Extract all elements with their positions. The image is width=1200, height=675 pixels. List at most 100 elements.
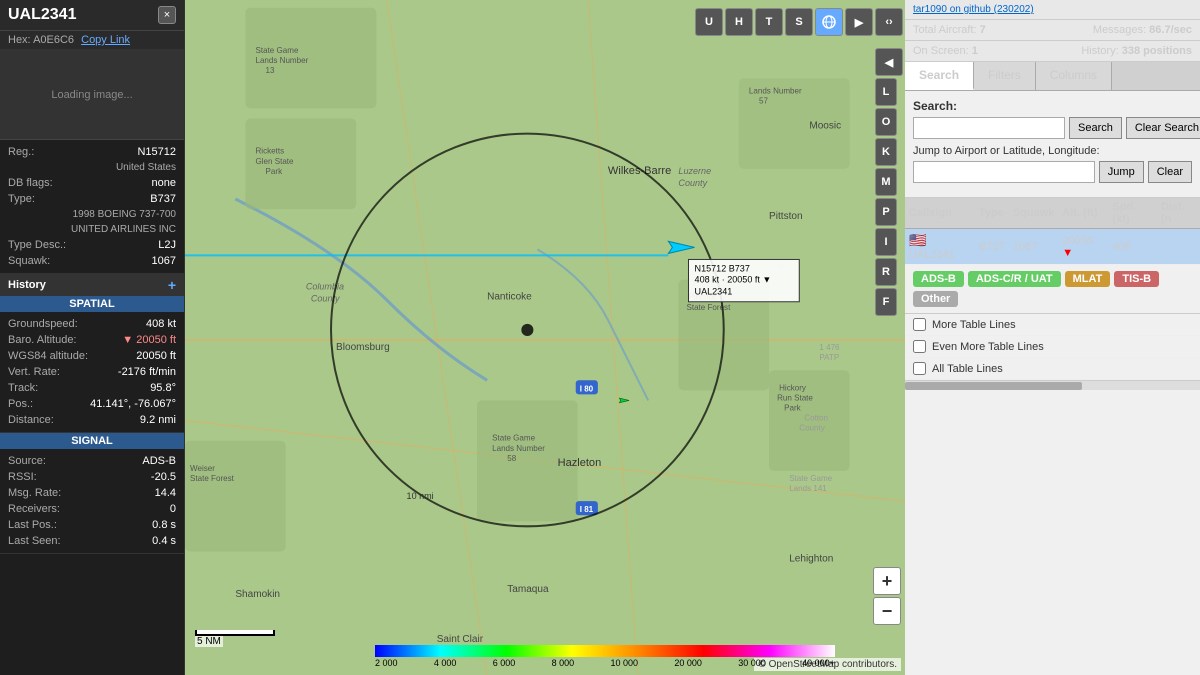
- svg-text:Hazleton: Hazleton: [558, 457, 602, 469]
- m-button[interactable]: M: [875, 168, 897, 196]
- jump-button[interactable]: Jump: [1099, 161, 1144, 183]
- svg-text:10 nmi: 10 nmi: [407, 491, 434, 501]
- svg-text:Shamokin: Shamokin: [235, 589, 280, 600]
- svg-text:408 kt · 20050 ft ▼: 408 kt · 20050 ft ▼: [695, 275, 772, 285]
- clear-search-button[interactable]: Clear Search: [1126, 117, 1200, 139]
- arrow-left-button[interactable]: ◀: [875, 48, 903, 76]
- svg-text:Pittston: Pittston: [769, 211, 803, 222]
- scrollbar[interactable]: [905, 380, 1200, 390]
- svg-text:Cotton: Cotton: [804, 414, 828, 423]
- squawk-row: Squawk: 1067: [8, 253, 176, 269]
- scrollbar-thumb[interactable]: [905, 382, 1082, 390]
- svg-text:Lands Number: Lands Number: [492, 444, 545, 453]
- aircraft-header: UAL2341 ×: [0, 0, 184, 31]
- filter-tag-mlat[interactable]: MLAT: [1065, 271, 1111, 287]
- tab-search[interactable]: Search: [905, 62, 974, 90]
- svg-text:State Forest: State Forest: [686, 303, 731, 312]
- search-button[interactable]: Search: [1069, 117, 1122, 139]
- distance-row: Distance: 9.2 nmi: [8, 412, 176, 428]
- p-button[interactable]: P: [875, 198, 897, 226]
- svg-text:State Game: State Game: [492, 434, 535, 443]
- table-row[interactable]: 🇺🇸UAL2341B737106720050 ▼408: [905, 229, 1200, 265]
- search-input[interactable]: [913, 117, 1065, 139]
- table-header[interactable]: Alt. (ft): [1058, 198, 1108, 229]
- svg-text:Park: Park: [266, 167, 284, 176]
- spatial-info: Groundspeed: 408 kt Baro. Altitude: ▼ 20…: [0, 312, 184, 433]
- history-add-button[interactable]: +: [168, 277, 176, 293]
- type-desc-label: Type Desc.:: [8, 239, 66, 251]
- filter-tag-ads-b[interactable]: ADS-B: [913, 271, 964, 287]
- filter-tag-ads-c[interactable]: ADS-C/R / UAT: [968, 271, 1061, 287]
- total-aircraft: Total Aircraft: 7: [913, 24, 986, 36]
- table-header[interactable]: Squawk: [1009, 198, 1059, 229]
- checkbox-row-2: All Table Lines: [905, 358, 1200, 380]
- svg-text:Hickory: Hickory: [779, 383, 806, 392]
- s-button[interactable]: S: [785, 8, 813, 36]
- checkbox-row-1: Even More Table Lines: [905, 336, 1200, 358]
- o-button[interactable]: O: [875, 108, 897, 136]
- svg-text:Lehighton: Lehighton: [789, 554, 833, 565]
- arrow-right-button[interactable]: ▶: [845, 8, 873, 36]
- tab-columns[interactable]: Columns: [1036, 62, 1112, 90]
- filter-tags: ADS-BADS-C/R / UATMLATTIS-B Other: [905, 265, 1200, 314]
- hex-row: Hex: A0E6C6 Copy Link: [0, 31, 184, 50]
- t-button[interactable]: T: [755, 8, 783, 36]
- squawk-label: Squawk:: [8, 255, 50, 267]
- receivers-row: Receivers: 0: [8, 501, 176, 517]
- type-cell: B737: [975, 229, 1009, 265]
- globe-button[interactable]: [815, 8, 843, 36]
- table-header[interactable]: Spd. (kt): [1108, 198, 1157, 229]
- search-label: Search:: [913, 99, 1192, 113]
- svg-text:Bloomsburg: Bloomsburg: [336, 342, 390, 353]
- svg-text:Lands Number: Lands Number: [255, 56, 308, 65]
- hex-label: Hex:: [8, 34, 31, 46]
- table-header[interactable]: Callsign: [905, 198, 975, 229]
- type-value: B737: [150, 193, 176, 205]
- l-button[interactable]: L: [875, 78, 897, 106]
- type-row: Type: B737: [8, 191, 176, 207]
- svg-text:State Game: State Game: [255, 46, 298, 55]
- airline-value: UNITED AIRLINES INC: [8, 224, 176, 235]
- f-button[interactable]: F: [875, 288, 897, 316]
- filter-tag-tis-b[interactable]: TIS-B: [1114, 271, 1159, 287]
- type-desc-row: 1998 BOEING 737-700: [8, 207, 176, 222]
- stats-row: Total Aircraft: 7 Messages: 86.7/sec: [905, 20, 1200, 41]
- right-panel: tar1090 on github (230202) Total Aircraf…: [905, 0, 1200, 675]
- aircraft-table: CallsignTypeSquawkAlt. (ft)Spd. (kt)Dist…: [905, 198, 1200, 265]
- close-button[interactable]: ×: [158, 6, 176, 24]
- h-button[interactable]: H: [725, 8, 753, 36]
- tab-filters[interactable]: Filters: [974, 62, 1036, 90]
- k-button[interactable]: K: [875, 138, 897, 166]
- svg-text:58: 58: [507, 454, 516, 463]
- checkbox-1[interactable]: [913, 340, 926, 353]
- svg-text:Weiser: Weiser: [190, 464, 215, 473]
- checkbox-0[interactable]: [913, 318, 926, 331]
- filter-tag-other[interactable]: Other: [913, 291, 958, 307]
- table-header[interactable]: Dist. (n: [1157, 198, 1200, 229]
- search-section: Search: Search Clear Search Jump to Airp…: [905, 91, 1200, 198]
- jump-label: Jump to Airport or Latitude, Longitude:: [913, 145, 1192, 157]
- github-link[interactable]: tar1090 on github (230202): [913, 4, 1034, 15]
- left-panel: UAL2341 × Hex: A0E6C6 Copy Link Loading …: [0, 0, 185, 675]
- copy-link-button[interactable]: Copy Link: [81, 34, 130, 46]
- groundspeed-row: Groundspeed: 408 kt: [8, 316, 176, 332]
- history-stat: History: 338 positions: [1081, 45, 1192, 57]
- u-button[interactable]: U: [695, 8, 723, 36]
- r-button[interactable]: R: [875, 258, 897, 286]
- type-label: Type:: [8, 193, 35, 205]
- code-button[interactable]: ‹›: [875, 8, 903, 36]
- altitude-label: 30 000: [738, 658, 766, 668]
- zoom-in-button[interactable]: +: [873, 567, 901, 595]
- jump-input[interactable]: [913, 161, 1095, 183]
- i-button[interactable]: I: [875, 228, 897, 256]
- zoom-out-button[interactable]: −: [873, 597, 901, 625]
- tab-row: Search Filters Columns: [905, 62, 1200, 91]
- table-header[interactable]: Type: [975, 198, 1009, 229]
- zoom-controls: + −: [873, 567, 901, 625]
- checkbox-2[interactable]: [913, 362, 926, 375]
- clear-button[interactable]: Clear: [1148, 161, 1192, 183]
- map-area[interactable]: Wilkes-Barre Hazleton Bloomsburg Moosic …: [185, 0, 905, 675]
- track-row: Track: 95.8°: [8, 380, 176, 396]
- history-label: History: [8, 279, 46, 291]
- vert-rate-row: Vert. Rate: -2176 ft/min: [8, 364, 176, 380]
